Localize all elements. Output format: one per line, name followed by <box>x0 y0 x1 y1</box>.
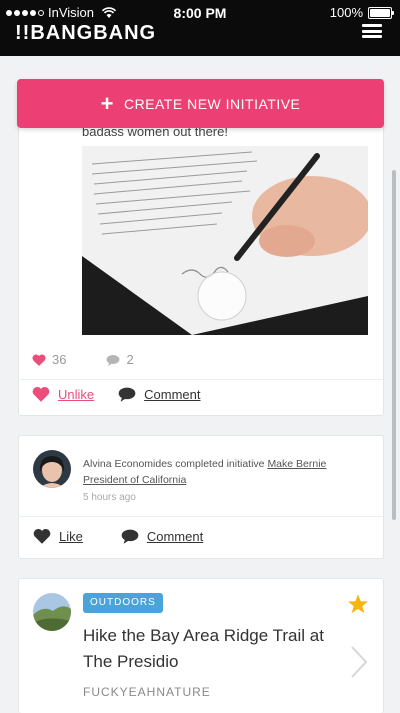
hamburger-icon[interactable] <box>362 24 382 38</box>
comment-bubble-icon <box>106 354 120 366</box>
heart-icon <box>32 386 50 402</box>
star-icon[interactable] <box>347 593 369 615</box>
initiative-thumbnail <box>33 593 71 631</box>
post-actions-row: Unlike Comment <box>32 386 372 402</box>
activity-text: Alvina Economides completed initiative M… <box>83 456 373 488</box>
app-logo[interactable]: !!BANGBANG <box>15 22 156 45</box>
battery-percent: 100% <box>329 5 363 20</box>
status-right: 100% <box>329 5 394 20</box>
activity-actions-row: Like Comment <box>33 528 373 544</box>
activity-text-prefix: Alvina Economides completed initiative <box>83 458 268 470</box>
unlike-button[interactable]: Unlike <box>32 386 94 402</box>
post-likes-count[interactable]: 36 <box>32 352 66 367</box>
post-stats-row: 36 2 <box>32 352 372 367</box>
initiative-card[interactable]: OUTDOORS Hike the Bay Area Ridge Trail a… <box>18 578 384 713</box>
post-image[interactable] <box>82 146 368 335</box>
heart-icon <box>32 354 46 366</box>
comment-label: Comment <box>144 386 201 402</box>
category-tag[interactable]: OUTDOORS <box>83 593 163 613</box>
like-button[interactable]: Like <box>33 528 83 544</box>
activity-card: Alvina Economides completed initiative M… <box>18 435 385 559</box>
comment-bubble-icon <box>121 529 139 544</box>
chevron-right-icon[interactable] <box>349 645 369 679</box>
comment-button[interactable]: Comment <box>121 528 203 544</box>
comment-button[interactable]: Comment <box>118 386 200 402</box>
comment-bubble-icon <box>118 387 136 402</box>
create-initiative-button[interactable]: + CREATE NEW INITIATIVE <box>17 79 384 128</box>
initiative-subtitle: FUCKYEAHNATURE <box>83 685 211 699</box>
likes-count: 36 <box>52 352 67 367</box>
create-initiative-label: CREATE NEW INITIATIVE <box>123 95 301 112</box>
activity-time: 5 hours ago <box>83 492 136 503</box>
status-bar: InVision 8:00 PM 100% <box>0 0 400 24</box>
heart-icon <box>33 528 51 544</box>
post-divider <box>18 379 384 380</box>
post-comments-count[interactable]: 2 <box>106 352 134 367</box>
avatar[interactable] <box>33 450 71 488</box>
like-label: Like <box>59 528 83 544</box>
top-bar: InVision 8:00 PM 100% !!BANGBANG <box>0 0 400 56</box>
plus-icon: + <box>100 90 114 116</box>
comment-label: Comment <box>146 528 204 544</box>
initiative-title[interactable]: Hike the Bay Area Ridge Trail at The Pre… <box>83 623 353 675</box>
comments-count: 2 <box>126 352 134 367</box>
battery-icon <box>368 6 394 19</box>
activity-divider <box>19 516 385 517</box>
scrollbar[interactable] <box>392 170 396 520</box>
unlike-label: Unlike <box>58 386 95 402</box>
